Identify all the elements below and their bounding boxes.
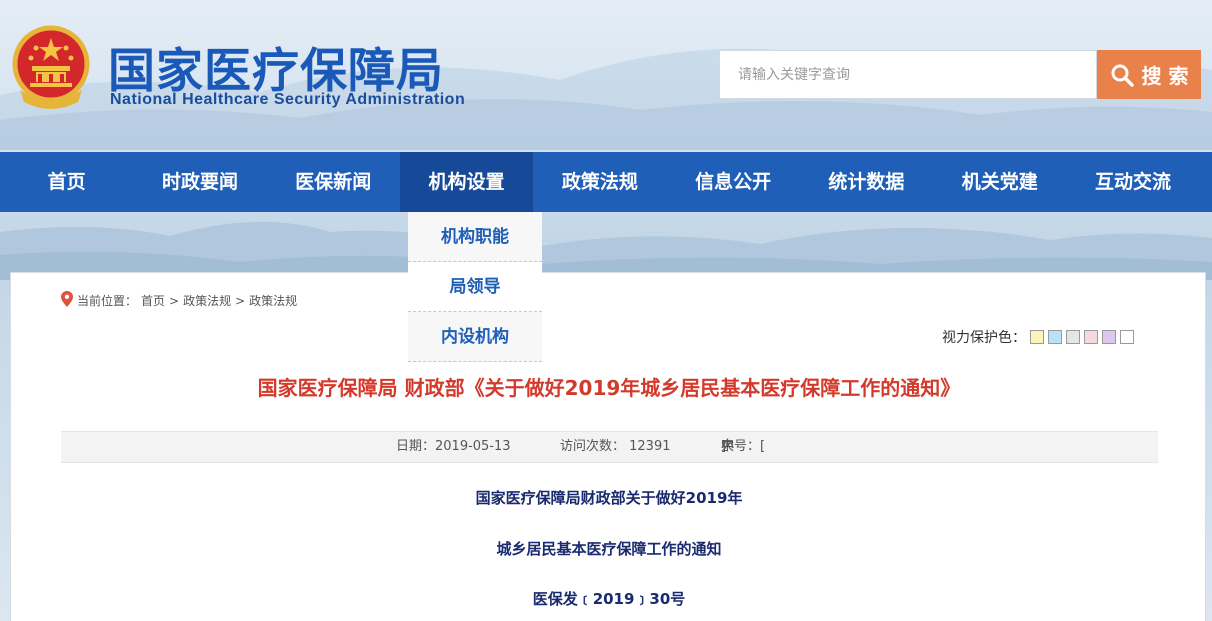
- breadcrumb-link-policies-sub[interactable]: 政策法规: [249, 292, 297, 309]
- swatch-yellow[interactable]: [1030, 330, 1044, 344]
- article-doc-number: 医保发﹝2019﹞30号: [532, 590, 686, 608]
- swatch-blue[interactable]: [1048, 330, 1062, 344]
- article-visits: 访问次数： 12391: [560, 439, 671, 454]
- article-title: 国家医疗保障局 财政部《关于做好2019年城乡居民基本医疗保障工作的通知》: [257, 376, 961, 400]
- breadcrumb-separator: >: [235, 293, 246, 308]
- search-button-label: 搜 索: [1141, 64, 1189, 88]
- site-title-en: National Healthcare Security Administrat…: [110, 91, 466, 108]
- breadcrumb-link-policies[interactable]: 政策法规: [183, 292, 231, 309]
- article-meta-bar: 日期：2019-05-13 访问次数： 12391 字号：[ 大 中 小 ]: [61, 431, 1158, 463]
- eye-protection-color-picker: 视力保护色：: [942, 327, 1134, 347]
- search-input[interactable]: [738, 51, 1078, 98]
- swatch-pink[interactable]: [1084, 330, 1098, 344]
- article-heading-line-1: 国家医疗保障局财政部关于做好2019年: [475, 489, 743, 507]
- breadcrumb-link-home[interactable]: 首页: [141, 292, 165, 309]
- national-emblem-icon: [10, 24, 92, 112]
- nav-item-organization[interactable]: 机构设置: [399, 152, 534, 212]
- nav-item-policies[interactable]: 政策法规: [533, 152, 666, 212]
- eye-protection-label: 视力保护色：: [942, 330, 1026, 346]
- breadcrumb-separator: >: [169, 293, 180, 308]
- site-header: 国家医疗保障局 National Healthcare Security Adm…: [0, 0, 1212, 152]
- organization-dropdown-menu: 机构职能 局领导 内设机构: [408, 212, 542, 362]
- nav-item-info-disclosure[interactable]: 信息公开: [666, 152, 799, 212]
- nav-item-interaction[interactable]: 互动交流: [1066, 152, 1199, 212]
- search-button[interactable]: 搜 索: [1097, 50, 1201, 99]
- swatch-purple[interactable]: [1102, 330, 1116, 344]
- search-icon: [1110, 63, 1134, 87]
- nav-item-home[interactable]: 首页: [0, 152, 133, 212]
- breadcrumb: 当前位置： 首页 > 政策法规 > 政策法规: [61, 291, 297, 310]
- nav-item-healthcare-news[interactable]: 医保新闻: [267, 152, 400, 212]
- location-pin-icon: [61, 291, 73, 310]
- nav-item-politics-news[interactable]: 时政要闻: [133, 152, 266, 212]
- dropdown-item-functions[interactable]: 机构职能: [408, 212, 542, 262]
- dropdown-item-departments[interactable]: 内设机构: [408, 312, 542, 362]
- nav-item-party-building[interactable]: 机关党建: [933, 152, 1066, 212]
- main-nav: 首页 时政要闻 医保新闻 机构设置 政策法规 信息公开 统计数据 机关党建 互动…: [0, 152, 1212, 212]
- article-date: 日期：2019-05-13: [396, 439, 511, 454]
- search-field[interactable]: [719, 50, 1097, 99]
- article-heading-line-2: 城乡居民基本医疗保障工作的通知: [496, 540, 722, 558]
- breadcrumb-prefix: 当前位置：: [77, 294, 138, 308]
- font-size-close: ]: [721, 439, 727, 454]
- content-card: 当前位置： 首页 > 政策法规 > 政策法规 视力保护色： 国家医疗保障局 财政…: [10, 272, 1206, 621]
- swatch-gray[interactable]: [1066, 330, 1080, 344]
- dropdown-item-leaders[interactable]: 局领导: [408, 262, 542, 312]
- swatch-white[interactable]: [1120, 330, 1134, 344]
- nav-item-statistics[interactable]: 统计数据: [800, 152, 933, 212]
